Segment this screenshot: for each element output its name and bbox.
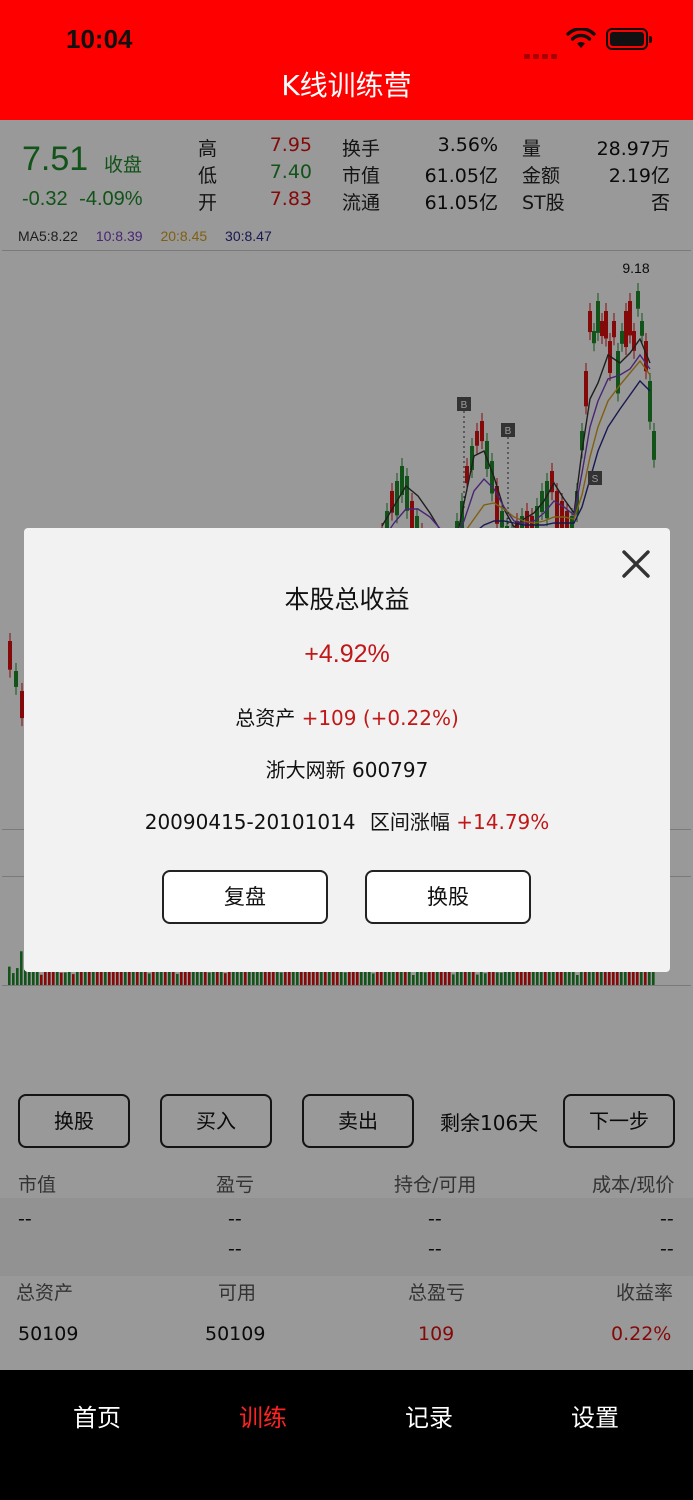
tab-home[interactable]: 首页 xyxy=(37,1398,157,1433)
dialog-stock: 浙大网新 600797 xyxy=(265,758,429,782)
dialog-return: +4.92% xyxy=(304,640,390,668)
result-dialog: 本股总收益 +4.92% 总资产 +109 (+0.22%) 浙大网新 6007… xyxy=(24,528,670,972)
dialog-assets-label: 总资产 xyxy=(235,706,296,730)
dialog-change-stock-button[interactable]: 换股 xyxy=(365,870,531,924)
wifi-icon xyxy=(566,28,596,48)
dialog-assets-value: +109 (+0.22%) xyxy=(301,706,459,730)
app-header: 10:04 K线训练营 xyxy=(0,0,693,120)
dialog-range-label: 区间涨幅 xyxy=(369,810,450,834)
dialog-range-value: +14.79% xyxy=(456,810,550,834)
tab-training[interactable]: 训练 xyxy=(203,1398,323,1433)
dialog-period: 20090415-20101014 xyxy=(144,810,356,834)
replay-button[interactable]: 复盘 xyxy=(162,870,328,924)
dialog-assets-line: 总资产 +109 (+0.22%) xyxy=(24,702,670,731)
battery-icon xyxy=(606,28,652,50)
dialog-period-line: 20090415-20101014 区间涨幅 +14.79% xyxy=(24,806,670,835)
tab-settings[interactable]: 设置 xyxy=(535,1398,655,1433)
tab-bar: 首页 训练 记录 设置 xyxy=(0,1370,693,1500)
app-title: K线训练营 xyxy=(281,69,412,102)
signal-icon xyxy=(524,44,560,59)
dialog-title: 本股总收益 xyxy=(284,585,410,614)
tab-records[interactable]: 记录 xyxy=(369,1398,489,1433)
status-time: 10:04 xyxy=(66,24,133,54)
close-icon[interactable] xyxy=(620,548,652,580)
